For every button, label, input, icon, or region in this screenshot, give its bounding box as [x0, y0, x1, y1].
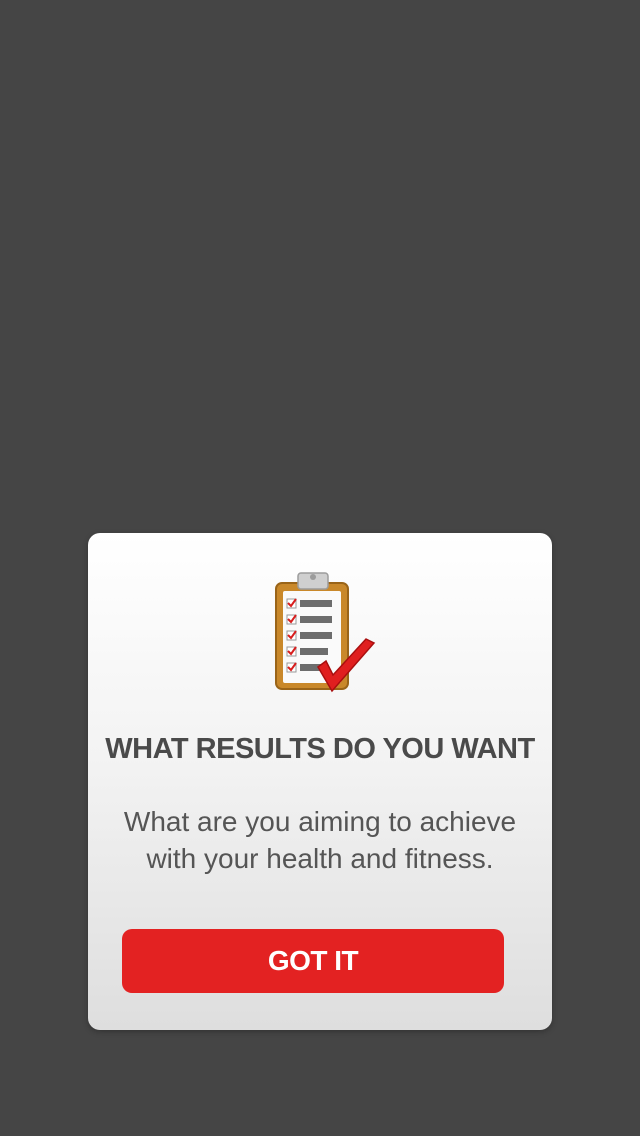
dialog-message: What are you aiming to achieve with your…	[123, 806, 517, 874]
got-it-button[interactable]: GOT IT	[122, 929, 504, 993]
results-intro-dialog: WHAT RESULTS DO YOU WANT What are you ai…	[88, 533, 552, 1030]
clipboard-checklist-icon	[270, 569, 380, 699]
dialog-title: WHAT RESULTS DO YOU WANT	[105, 733, 535, 765]
